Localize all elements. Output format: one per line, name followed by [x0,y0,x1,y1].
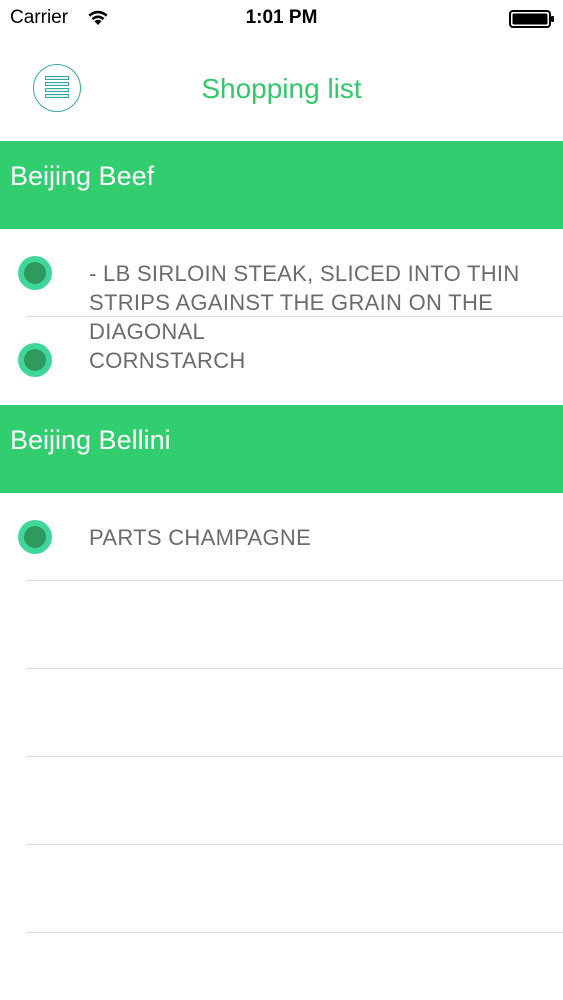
item-checkbox[interactable] [18,520,52,554]
separator [26,932,563,933]
page-title: Shopping list [201,73,362,104]
section-title: Beijing Beef [10,161,155,191]
separator [26,668,563,669]
list-item[interactable]: PARTS CHAMPAGNE [0,493,563,581]
status-bar: Carrier 1:01 PM [0,0,563,38]
section-header-beijing-beef: Beijing Beef [0,141,563,229]
screen: Carrier 1:01 PM Shopping list Beijing Be… [0,0,563,1000]
list-item[interactable]: CORNSTARCH [0,317,563,405]
section-title: Beijing Bellini [10,425,171,455]
nav-bar: Shopping list [0,38,563,140]
item-checkbox[interactable] [18,343,52,377]
section-header-beijing-bellini: Beijing Bellini [0,405,563,493]
item-checkbox[interactable] [18,256,52,290]
separator [26,756,563,757]
separator [26,580,563,581]
item-text: CORNSTARCH [89,348,246,373]
item-text: PARTS CHAMPAGNE [89,525,312,550]
separator [26,844,563,845]
battery-icon [509,10,554,28]
list-item[interactable]: - LB SIRLOIN STEAK, SLICED INTO THIN STR… [0,229,563,344]
status-time: 1:01 PM [245,7,318,28]
